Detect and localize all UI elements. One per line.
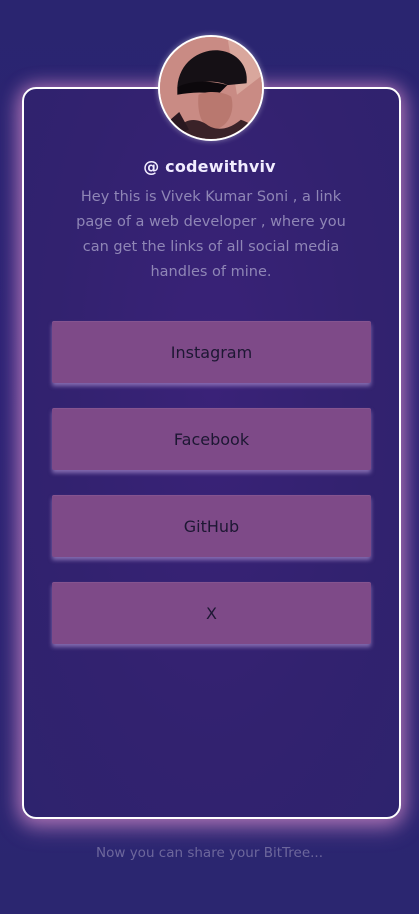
profile-photo <box>160 37 262 139</box>
footer-text: Now you can share your BitTree... <box>96 845 323 861</box>
profile-handle: @ codewithviv <box>143 157 276 176</box>
profile-bio: Hey this is Vivek Kumar Soni , a link pa… <box>76 189 346 280</box>
github-link-button[interactable]: GitHub <box>52 495 371 557</box>
links-list: Instagram Facebook GitHub X <box>52 321 371 669</box>
x-link-button[interactable]: X <box>52 582 371 644</box>
instagram-link-button[interactable]: Instagram <box>52 321 371 383</box>
avatar <box>158 35 264 141</box>
facebook-link-button[interactable]: Facebook <box>52 408 371 470</box>
